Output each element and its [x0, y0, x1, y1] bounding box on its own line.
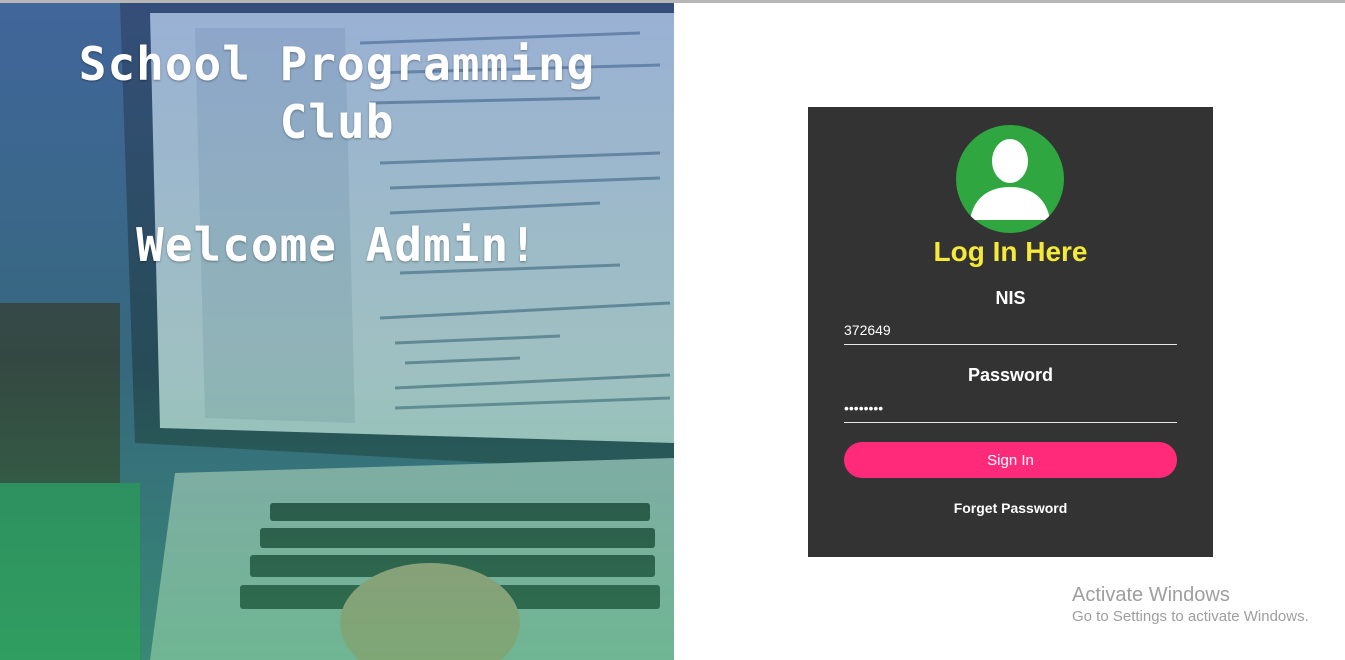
nis-input[interactable] — [844, 315, 1177, 345]
hero-title: School Programming Club — [78, 37, 596, 149]
login-title: Log In Here — [933, 236, 1088, 267]
login-card: Log In Here NIS Password Sign In Forget … — [808, 107, 1213, 557]
activate-windows-subtitle: Go to Settings to activate Windows. — [1072, 608, 1309, 625]
activate-windows-title: Activate Windows — [1072, 584, 1230, 606]
welcome-heading: Welcome Admin! — [136, 218, 538, 272]
password-label: Password — [967, 365, 1054, 385]
forget-password-link[interactable]: Forget Password — [808, 499, 1213, 517]
user-icon — [956, 125, 1064, 233]
password-input[interactable] — [844, 393, 1177, 423]
nis-label: NIS — [995, 288, 1026, 308]
hero-panel: School Programming Club Welcome Admin! — [0, 3, 674, 660]
sign-in-button[interactable]: Sign In — [844, 442, 1177, 478]
